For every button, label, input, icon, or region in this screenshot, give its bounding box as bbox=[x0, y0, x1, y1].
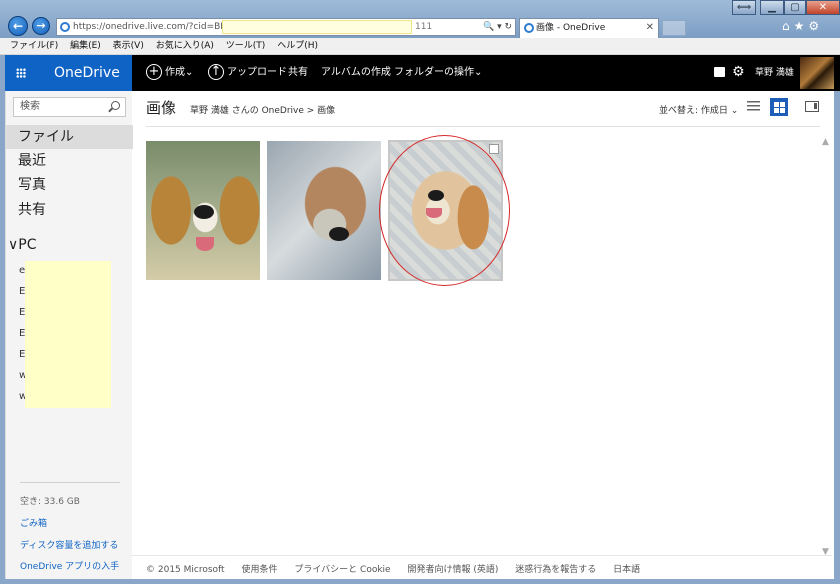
ie-icon bbox=[60, 22, 70, 32]
app-launcher-button[interactable] bbox=[0, 55, 42, 91]
back-arrow-icon: ← bbox=[12, 19, 24, 33]
folder-actions-button[interactable]: フォルダーの操作⌄ bbox=[394, 55, 482, 91]
forward-button[interactable]: → bbox=[32, 17, 50, 35]
pc-items-redaction bbox=[25, 261, 111, 408]
new-tab-button[interactable] bbox=[662, 20, 686, 36]
upload-icon: ↑ bbox=[208, 64, 224, 80]
recycle-bin-link[interactable]: ごみ箱 bbox=[20, 516, 47, 529]
footer-terms-link[interactable]: 使用条件 bbox=[241, 565, 277, 575]
page-title: 画像 bbox=[146, 99, 177, 117]
dog-tongue bbox=[196, 237, 214, 251]
photo-thumbnail[interactable] bbox=[146, 141, 260, 280]
chevron-down-icon: ∨ bbox=[8, 237, 19, 253]
get-app-link[interactable]: OneDrive アプリの入手 bbox=[20, 559, 119, 572]
waffle-icon bbox=[16, 68, 26, 78]
minimize-button[interactable]: ▁ bbox=[760, 0, 784, 15]
maximize-button[interactable]: ▢ bbox=[784, 0, 806, 15]
storage-free: 空き: 33.6 GB bbox=[20, 497, 80, 507]
onedrive-tab-icon bbox=[524, 23, 534, 33]
gear-icon[interactable]: ⚙ bbox=[732, 64, 745, 80]
plus-icon: + bbox=[146, 64, 162, 80]
address-url: https://onedrive.live.com/?cid=BE20 bbox=[73, 22, 238, 32]
nav-item-recent[interactable]: 最近 bbox=[6, 149, 133, 173]
add-storage-link[interactable]: ディスク容量を追加する bbox=[20, 538, 118, 551]
footer-privacy-link[interactable]: プライバシーと Cookie bbox=[294, 565, 390, 575]
onedrive-logo[interactable]: OneDrive bbox=[42, 55, 132, 91]
address-url-tail: 111 bbox=[415, 22, 433, 32]
nav-section-pc[interactable]: ∨PC bbox=[8, 237, 36, 253]
red-circle-annotation bbox=[379, 135, 510, 286]
pc-label: PC bbox=[18, 237, 37, 253]
share-button[interactable]: 共有 bbox=[288, 55, 308, 91]
photo-select-checkbox[interactable] bbox=[489, 144, 499, 154]
footer-divider bbox=[132, 555, 832, 556]
menu-edit[interactable]: 編集(E) bbox=[70, 41, 101, 51]
nav-item-files[interactable]: ファイル bbox=[6, 125, 133, 149]
nav-divider bbox=[20, 482, 120, 483]
home-favorites-tools-icon[interactable]: ⌂★⚙ bbox=[782, 19, 823, 33]
thumbnail-view-icon[interactable] bbox=[770, 98, 788, 116]
onedrive-header: OneDrive + 作成⌄ ↑ アップロード 共有 アルバムの作成 フォルダーの操… bbox=[0, 55, 840, 91]
content-divider bbox=[146, 126, 820, 127]
footer-language-link[interactable]: 日本語 bbox=[613, 565, 640, 575]
menu-tools[interactable]: ツール(T) bbox=[226, 41, 266, 51]
footer-report-abuse-link[interactable]: 迷惑行為を報告する bbox=[515, 565, 596, 575]
create-album-button[interactable]: アルバムの作成 bbox=[321, 55, 391, 91]
menu-bar: ファイル(F) 編集(E) 表示(V) お気に入り(A) ツール(T) ヘルプ(… bbox=[0, 38, 840, 55]
address-redaction bbox=[222, 20, 412, 34]
list-view-icon[interactable] bbox=[747, 101, 760, 113]
avatar[interactable] bbox=[800, 57, 834, 89]
details-pane-icon[interactable] bbox=[805, 101, 819, 112]
scroll-up-icon[interactable]: ▲ bbox=[822, 137, 829, 147]
browser-tab-active[interactable]: 画像 - OneDrive ✕ bbox=[519, 18, 659, 38]
chevron-down-icon: ⌄ bbox=[474, 67, 483, 78]
search-icon[interactable] bbox=[111, 101, 120, 110]
search-placeholder: 検索 bbox=[20, 101, 40, 112]
address-bar[interactable]: https://onedrive.live.com/?cid=BE20 111 … bbox=[56, 18, 516, 36]
footer-developers-link[interactable]: 開発者向け情報 (英語) bbox=[407, 565, 498, 575]
dog-nose bbox=[329, 227, 349, 241]
left-navigation: 検索 ファイル 最近 写真 共有 ∨PC e E E E E w w 空き: 3… bbox=[5, 91, 133, 579]
upload-label: アップロード bbox=[227, 67, 287, 78]
menu-favorites[interactable]: お気に入り(A) bbox=[156, 41, 214, 51]
dog-nose bbox=[194, 205, 214, 219]
resize-icon[interactable]: ⟺ bbox=[732, 0, 756, 15]
nav-item-photos[interactable]: 写真 bbox=[6, 173, 133, 197]
menu-view[interactable]: 表示(V) bbox=[113, 41, 144, 51]
create-button[interactable]: + 作成⌄ bbox=[146, 55, 193, 91]
breadcrumb[interactable]: 草野 満雄 さんの OneDrive > 画像 bbox=[190, 103, 335, 116]
nav-item-shared[interactable]: 共有 bbox=[6, 198, 133, 222]
create-label: 作成 bbox=[165, 67, 185, 78]
folder-actions-label: フォルダーの操作 bbox=[394, 67, 474, 78]
window-border-right bbox=[834, 91, 840, 584]
sort-dropdown[interactable]: 並べ替え: 作成日 ⌄ bbox=[659, 103, 738, 116]
user-name[interactable]: 草野 満雄 bbox=[755, 55, 794, 91]
footer: © 2015 Microsoft 使用条件 プライバシーと Cookie 開発者… bbox=[146, 562, 654, 575]
close-tab-icon[interactable]: ✕ bbox=[646, 19, 654, 37]
back-button[interactable]: ← bbox=[8, 16, 28, 36]
menu-help[interactable]: ヘルプ(H) bbox=[277, 41, 318, 51]
close-window-button[interactable]: ✕ bbox=[806, 0, 840, 15]
chevron-down-icon: ⌄ bbox=[185, 67, 194, 78]
footer-copyright: © 2015 Microsoft bbox=[146, 565, 225, 575]
tab-title: 画像 - OneDrive bbox=[536, 23, 606, 33]
photo-thumbnail[interactable] bbox=[267, 141, 381, 280]
search-input[interactable]: 検索 bbox=[13, 97, 126, 117]
upload-button[interactable]: ↑ アップロード bbox=[208, 55, 287, 91]
menu-file[interactable]: ファイル(F) bbox=[10, 41, 58, 51]
forward-arrow-icon: → bbox=[36, 19, 46, 32]
search-refresh-icon[interactable]: 🔍 ▾ ↻ bbox=[483, 19, 512, 35]
feedback-icon[interactable] bbox=[714, 67, 725, 77]
window-border-bottom bbox=[0, 579, 840, 584]
